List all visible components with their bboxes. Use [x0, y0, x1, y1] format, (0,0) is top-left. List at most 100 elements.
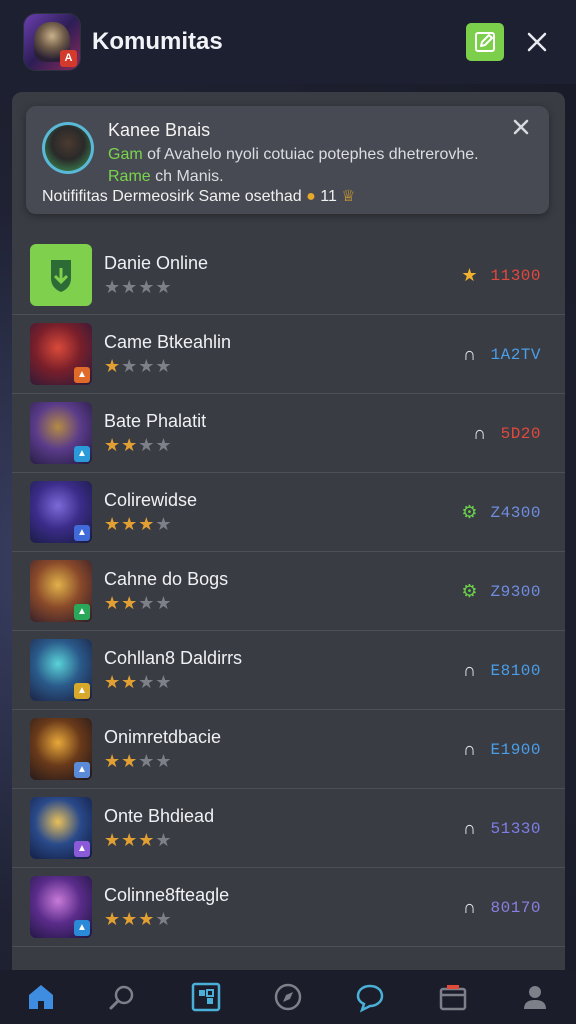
- user-icon: ∩: [463, 739, 476, 759]
- list-item[interactable]: ▲ Bate Phalatit ★★★★ ∩ 5D20: [12, 394, 565, 473]
- nav-profile[interactable]: [515, 977, 555, 1017]
- notification-text-2: ch Manis.: [150, 168, 224, 185]
- star-icon: ★: [121, 908, 139, 929]
- star-icon: ★: [155, 829, 173, 850]
- app-badge: A: [60, 50, 77, 67]
- games-icon: [191, 982, 220, 1012]
- notification-title: Kanee Bnais: [108, 120, 211, 140]
- platform-badge: ▲: [74, 762, 90, 778]
- coin-icon: ●: [306, 188, 316, 205]
- star-icon: ★: [104, 671, 122, 692]
- nav-store[interactable]: [433, 977, 473, 1017]
- star-icon: ★: [104, 908, 122, 929]
- platform-badge: ▲: [74, 920, 90, 936]
- game-score: Z9300: [490, 582, 541, 601]
- list-item[interactable]: ▲ Onimretdbacie ★★★★ ∩ E1900: [12, 710, 565, 789]
- star-icon: ★: [104, 750, 122, 771]
- notification-count: 11: [320, 188, 337, 205]
- notification-highlight: Gam: [108, 146, 143, 163]
- list-item[interactable]: ▲ Cohllan8 Daldirrs ★★★★ ∩ E8100: [12, 631, 565, 710]
- nav-games[interactable]: [186, 977, 226, 1017]
- platform-badge: ▲: [74, 446, 90, 462]
- trophy-icon: ♕: [341, 188, 356, 205]
- game-stat: ∩ 80170: [458, 868, 541, 947]
- star-icon: ★: [138, 671, 156, 692]
- nav-search[interactable]: [103, 977, 143, 1017]
- star-icon: ★: [155, 513, 173, 534]
- platform-badge: ▲: [74, 683, 90, 699]
- list-item[interactable]: ▲ Came Btkeahlin ★★★★ ∩ 1A2TV: [12, 315, 565, 394]
- game-thumbnail: ▲: [30, 402, 92, 464]
- nav-chat[interactable]: [350, 977, 390, 1017]
- game-thumbnail: ▲: [30, 639, 92, 701]
- profile-icon: [523, 986, 546, 1009]
- game-score: E8100: [490, 661, 541, 680]
- nav-home[interactable]: [21, 977, 61, 1017]
- game-thumbnail: ▲: [30, 797, 92, 859]
- game-thumbnail: ▲: [30, 560, 92, 622]
- game-score: 51330: [490, 819, 541, 838]
- top-bar: A Komumitas: [0, 0, 576, 84]
- game-stat: ★ 11300: [458, 236, 541, 315]
- game-stat: ⚙ Z4300: [458, 473, 541, 552]
- notification-text: of Avahelo nyoli cotuiac potephes dhetre…: [142, 146, 479, 163]
- platform-badge: ▲: [74, 841, 90, 857]
- app-logo[interactable]: A: [24, 14, 80, 70]
- game-thumbnail: ▲: [30, 718, 92, 780]
- close-icon: [527, 32, 547, 52]
- star-icon: ★: [121, 592, 139, 613]
- avatar: [42, 122, 94, 174]
- gear-icon: ⚙: [461, 581, 478, 601]
- community-panel: Kanee Bnais Gam of Avahelo nyoli cotuiac…: [12, 92, 565, 972]
- list-item[interactable]: ▲ Colinne8fteagle ★★★★ ∩ 80170: [12, 868, 565, 947]
- user-icon: ∩: [463, 897, 476, 917]
- game-thumbnail: ▲: [30, 481, 92, 543]
- gear-icon: ⚙: [461, 502, 478, 522]
- list-item[interactable]: ▲ Cahne do Bogs ★★★★ ⚙ Z9300: [12, 552, 565, 631]
- star-icon: ★: [155, 671, 173, 692]
- star-icon: ★: [138, 829, 156, 850]
- bottom-navigation: [0, 970, 576, 1024]
- star-icon: ★: [121, 434, 139, 455]
- star-icon: ★: [138, 434, 156, 455]
- star-icon: ★: [155, 276, 173, 297]
- star-icon: ★: [138, 908, 156, 929]
- star-icon: ★: [138, 750, 156, 771]
- edit-button[interactable]: [466, 23, 504, 61]
- platform-badge: ▲: [74, 525, 90, 541]
- star-icon: ★: [155, 750, 173, 771]
- game-score: E1900: [490, 740, 541, 759]
- star-icon: ★: [155, 908, 173, 929]
- list-item[interactable]: Danie Online ★★★★ ★ 11300: [12, 236, 565, 315]
- star-icon: ★: [121, 750, 139, 771]
- star-icon: ★: [121, 829, 139, 850]
- page-title: Komumitas: [92, 28, 223, 55]
- game-score: 1A2TV: [490, 345, 541, 364]
- game-list: Danie Online ★★★★ ★ 11300 ▲ Came Btkeahlin ★★★…: [12, 236, 565, 947]
- game-thumbnail: ▲: [30, 876, 92, 938]
- edit-icon: [475, 32, 495, 52]
- nav-compass[interactable]: [268, 977, 308, 1017]
- notification-card[interactable]: Kanee Bnais Gam of Avahelo nyoli cotuiac…: [26, 106, 549, 214]
- user-icon: ∩: [463, 344, 476, 364]
- notification-footer-text: Notififitas Dermeosirk Same osethad: [42, 188, 302, 205]
- chat-icon: [357, 984, 384, 1013]
- store-icon: [439, 985, 466, 1011]
- list-item[interactable]: ▲ Colirewidse ★★★★ ⚙ Z4300: [12, 473, 565, 552]
- star-icon: ★: [461, 265, 478, 285]
- game-stat: ∩ 51330: [458, 789, 541, 868]
- platform-badge: ▲: [74, 367, 90, 383]
- star-icon: ★: [138, 592, 156, 613]
- compass-icon: [274, 983, 302, 1011]
- game-stat: ∩ E1900: [458, 710, 541, 789]
- notification-highlight-2: Rame: [108, 168, 151, 185]
- star-icon: ★: [121, 671, 139, 692]
- close-button[interactable]: [518, 23, 556, 61]
- game-score: Z4300: [490, 503, 541, 522]
- star-icon: ★: [104, 592, 122, 613]
- star-icon: ★: [155, 592, 173, 613]
- list-item[interactable]: ▲ Onte Bhdiead ★★★★ ∩ 51330: [12, 789, 565, 868]
- game-score: 5D20: [500, 424, 541, 443]
- notification-close-button[interactable]: [511, 116, 531, 144]
- notification-footer: Notififitas Dermeosirk Same osethad ● 11…: [42, 186, 356, 206]
